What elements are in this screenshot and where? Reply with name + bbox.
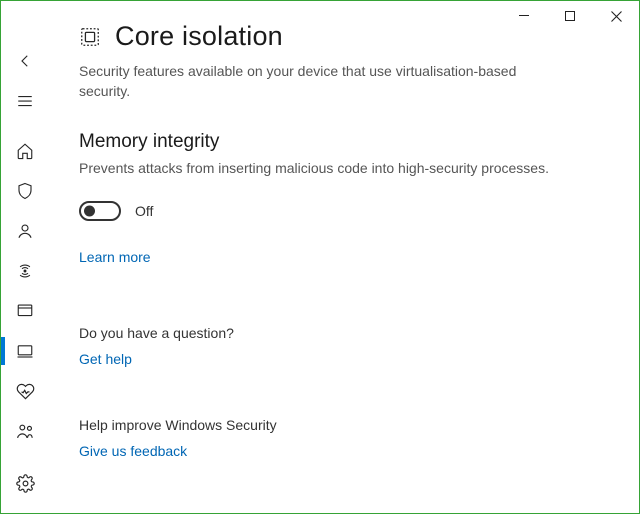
sidebar-item-device-security[interactable] [1,331,49,371]
main-content: Core isolation Security features availab… [79,21,619,513]
get-help-link[interactable]: Get help [79,351,132,367]
sidebar-item-account[interactable] [1,211,49,251]
question-title: Do you have a question? [79,325,619,341]
sidebar-item-app[interactable] [1,291,49,331]
core-isolation-icon [79,26,101,48]
sidebar-item-performance[interactable] [1,371,49,411]
sidebar-item-home[interactable] [1,131,49,171]
back-button[interactable] [1,41,49,81]
sidebar-item-settings[interactable] [1,463,49,503]
sidebar [1,1,49,513]
give-feedback-link[interactable]: Give us feedback [79,443,187,459]
sidebar-item-firewall[interactable] [1,251,49,291]
sidebar-item-family[interactable] [1,411,49,451]
close-button[interactable] [593,1,639,31]
page-description: Security features available on your devi… [79,62,559,101]
menu-button[interactable] [1,81,49,121]
learn-more-link[interactable]: Learn more [79,249,151,265]
maximize-button[interactable] [547,1,593,31]
memory-integrity-description: Prevents attacks from inserting maliciou… [79,159,559,179]
memory-integrity-toggle[interactable] [79,201,121,221]
improve-title: Help improve Windows Security [79,417,619,433]
sidebar-item-virus[interactable] [1,171,49,211]
toggle-state-label: Off [135,203,153,219]
page-title: Core isolation [115,21,283,52]
window-titlebar [501,1,639,31]
memory-integrity-title: Memory integrity [79,131,619,153]
minimize-button[interactable] [501,1,547,31]
toggle-knob [84,205,95,216]
